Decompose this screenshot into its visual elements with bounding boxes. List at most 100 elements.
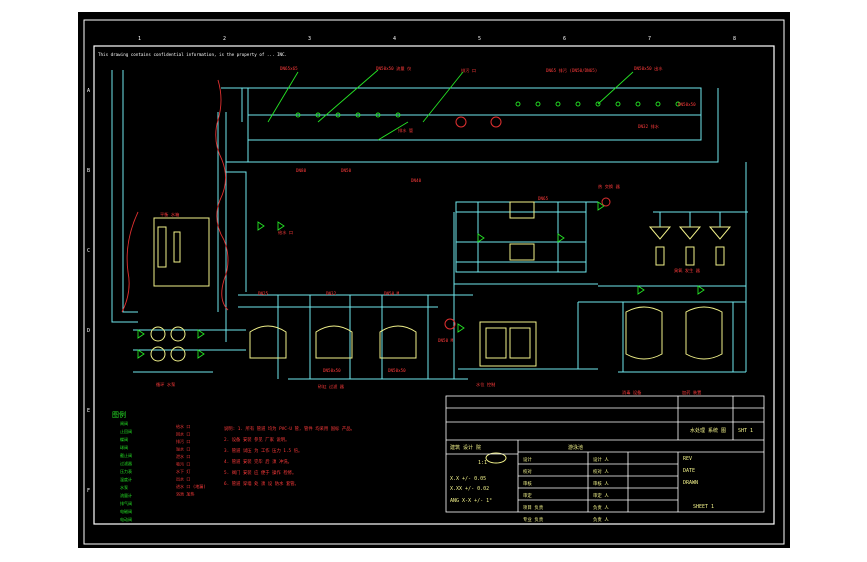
legend-item-secondary: 排污 口 bbox=[176, 438, 190, 444]
tolerance-2: X.XX +/- 0.02 bbox=[450, 486, 489, 492]
design-note: 说明: 1. 所有 管道 均为 PVC-U 管, 管件 均采用 国标 产品。 bbox=[224, 425, 355, 432]
balance-tank bbox=[153, 217, 210, 287]
title-block-value: 审定 人 bbox=[593, 492, 609, 499]
project-name: 游泳池 bbox=[568, 444, 583, 451]
legend-item-secondary: 给水 口 bbox=[176, 423, 190, 429]
equipment-label: 循环 水泵 bbox=[156, 381, 175, 388]
title-block-field: 审核 bbox=[523, 480, 532, 487]
equipment-label: 加药 装置 bbox=[682, 389, 701, 396]
company-name: 建筑 设计 院 bbox=[450, 444, 481, 451]
legend-item: 截止阀 bbox=[120, 452, 132, 458]
column-number: 2 bbox=[223, 36, 226, 42]
scale-value: 1:1 bbox=[478, 460, 487, 466]
equipment-label: 水位 控制 bbox=[476, 381, 495, 388]
legend-item-secondary: 溢水 口 bbox=[176, 446, 190, 452]
title-block-field: 设计 bbox=[523, 456, 532, 463]
title-block-value: 校对 人 bbox=[593, 468, 609, 475]
equipment-label: 给水 口 bbox=[278, 229, 293, 236]
pipe-callout: DN65 bbox=[538, 196, 549, 201]
legend-item-secondary: 吸污 口 bbox=[176, 461, 190, 467]
legend: 图例 闸阀止回阀蝶阀球阀截止阀过滤器压力表温度计水泵流量计排气阀电磁阀电动阀 给… bbox=[112, 410, 206, 522]
legend-item: 电磁阀 bbox=[120, 508, 132, 514]
legend-item-secondary: 泄水 口 bbox=[176, 453, 190, 459]
column-number: 5 bbox=[478, 36, 481, 42]
equipment-label: 砂缸 过滤 器 bbox=[318, 383, 345, 390]
row-letter: F bbox=[87, 488, 90, 494]
schematic-canvas: This drawing contains confidential infor… bbox=[83, 19, 785, 545]
tolerance-1: X.X +/- 0.05 bbox=[450, 476, 486, 482]
pipe-callout: DN32 bbox=[326, 291, 337, 296]
row-letter: D bbox=[87, 328, 90, 334]
legend-title: 图例 bbox=[112, 410, 126, 419]
angle-tolerance: ANG X-X +/- 1° bbox=[450, 498, 492, 504]
equipment-label: 消毒 设备 bbox=[622, 389, 642, 396]
pipe-callout: DN50 M bbox=[438, 338, 454, 343]
column-number: 6 bbox=[563, 36, 566, 42]
drawing-sheet: This drawing contains confidential infor… bbox=[78, 12, 790, 548]
title-block-value: 负责 人 bbox=[593, 516, 609, 523]
column-number: 8 bbox=[733, 36, 736, 42]
legend-items-secondary: 给水 口回水 口排污 口溢水 口泄水 口吸污 口水下 灯出水 口进水 口 (地漏… bbox=[176, 423, 206, 497]
pipe-callout: DN65 排污 (DN50/DN65) bbox=[546, 67, 597, 74]
pipe-callout: DN50 bbox=[341, 168, 352, 173]
legend-item: 止回阀 bbox=[120, 428, 132, 434]
title-block-field: 项目 负责 bbox=[523, 504, 544, 511]
title-block-field: 审定 bbox=[523, 492, 532, 499]
drawing-title: 水处理 系统 图 bbox=[690, 427, 726, 434]
pipe-callout: DN50x50 出水 bbox=[634, 65, 663, 72]
pipe-callout: DN50x50 流量 仪 bbox=[376, 65, 412, 72]
row-letter: B bbox=[87, 168, 90, 174]
equipment bbox=[150, 201, 732, 464]
column-numbers: 1 2 3 4 5 6 7 8 bbox=[138, 36, 736, 42]
legend-item-secondary: 水下 灯 bbox=[176, 468, 190, 474]
legend-item: 排气阀 bbox=[120, 500, 132, 506]
pipe-callout: DN25 bbox=[258, 291, 269, 296]
legend-item: 流量计 bbox=[120, 492, 132, 498]
valves bbox=[137, 69, 705, 359]
row-letters: A B C D E F bbox=[87, 88, 90, 494]
title-block-value: 审核 人 bbox=[593, 480, 609, 487]
column-number: 7 bbox=[648, 36, 651, 42]
design-notes: 说明: 1. 所有 管道 均为 PVC-U 管, 管件 均采用 国标 产品。 2.… bbox=[224, 425, 355, 487]
column-number: 3 bbox=[308, 36, 311, 42]
drawn-label: DRAWN bbox=[683, 480, 698, 486]
legend-item: 电动阀 bbox=[120, 516, 132, 522]
column-number: 1 bbox=[138, 36, 141, 42]
legend-item-secondary: 出水 口 bbox=[176, 476, 190, 482]
legend-item: 过滤器 bbox=[120, 460, 132, 466]
equipment-label: 臭氧 发生 器 bbox=[674, 267, 701, 274]
legend-item: 闸阀 bbox=[120, 420, 128, 426]
equipment-label: 热 交换 器 bbox=[598, 183, 621, 190]
legend-item: 压力表 bbox=[120, 468, 132, 474]
legend-item-secondary: 浴池 加热 bbox=[176, 491, 194, 497]
design-note: 4. 管道 安装 完毕 后 须 冲洗。 bbox=[224, 458, 292, 465]
design-note: 2. 设备 安装 参见 厂家 说明。 bbox=[224, 436, 289, 443]
pipe-callout: DN65x65 bbox=[280, 66, 298, 71]
title-block-field: 专业 负责 bbox=[523, 516, 544, 523]
rev-label: REV bbox=[683, 456, 692, 462]
pipe-callout: DN50x50 bbox=[678, 102, 696, 107]
row-letter: C bbox=[87, 248, 90, 254]
title-block-fields: 设计校对审核审定项目 负责专业 负责 bbox=[523, 456, 544, 523]
design-note: 5. 阀门 安装 应 便于 操作 检修。 bbox=[224, 469, 296, 476]
equipment-labels: 平衡 水箱循环 水泵 砂缸 过滤 器 热 交换 器臭氧 发生 器消毒 设备 加药 装置… bbox=[156, 127, 701, 396]
sheet-label: SHEET 1 bbox=[693, 504, 714, 510]
row-letter: E bbox=[87, 408, 90, 414]
pipe-callout: 排污 口 bbox=[461, 67, 476, 74]
equipment-label: 平衡 水箱 bbox=[160, 211, 179, 218]
title-block-values: 设计 人校对 人审核 人审定 人负责 人负责 人 bbox=[593, 456, 609, 523]
design-note: 3. 管道 试压 为 工作 压力 1.5 倍。 bbox=[224, 447, 302, 454]
legend-item: 水泵 bbox=[120, 484, 128, 490]
pipe-callout: DN40 bbox=[411, 178, 422, 183]
sheet-number: SHT 1 bbox=[738, 428, 753, 434]
title-block-value: 设计 人 bbox=[593, 456, 609, 463]
confidential-notice: This drawing contains confidential infor… bbox=[98, 52, 287, 57]
legend-item: 温度计 bbox=[120, 476, 132, 482]
legend-item: 蝶阀 bbox=[120, 436, 128, 442]
legend-item-secondary: 回水 口 bbox=[176, 431, 190, 437]
design-note: 6. 管道 穿墙 处 须 设 防水 套管。 bbox=[224, 480, 299, 487]
title-block-field: 校对 bbox=[523, 468, 532, 475]
title-block-text: 建筑 设计 院 游泳池 水处理 系统 图 SHT 1 1:1 X.X +/- 0… bbox=[450, 427, 753, 523]
markers bbox=[444, 116, 611, 330]
control-box bbox=[479, 321, 537, 367]
